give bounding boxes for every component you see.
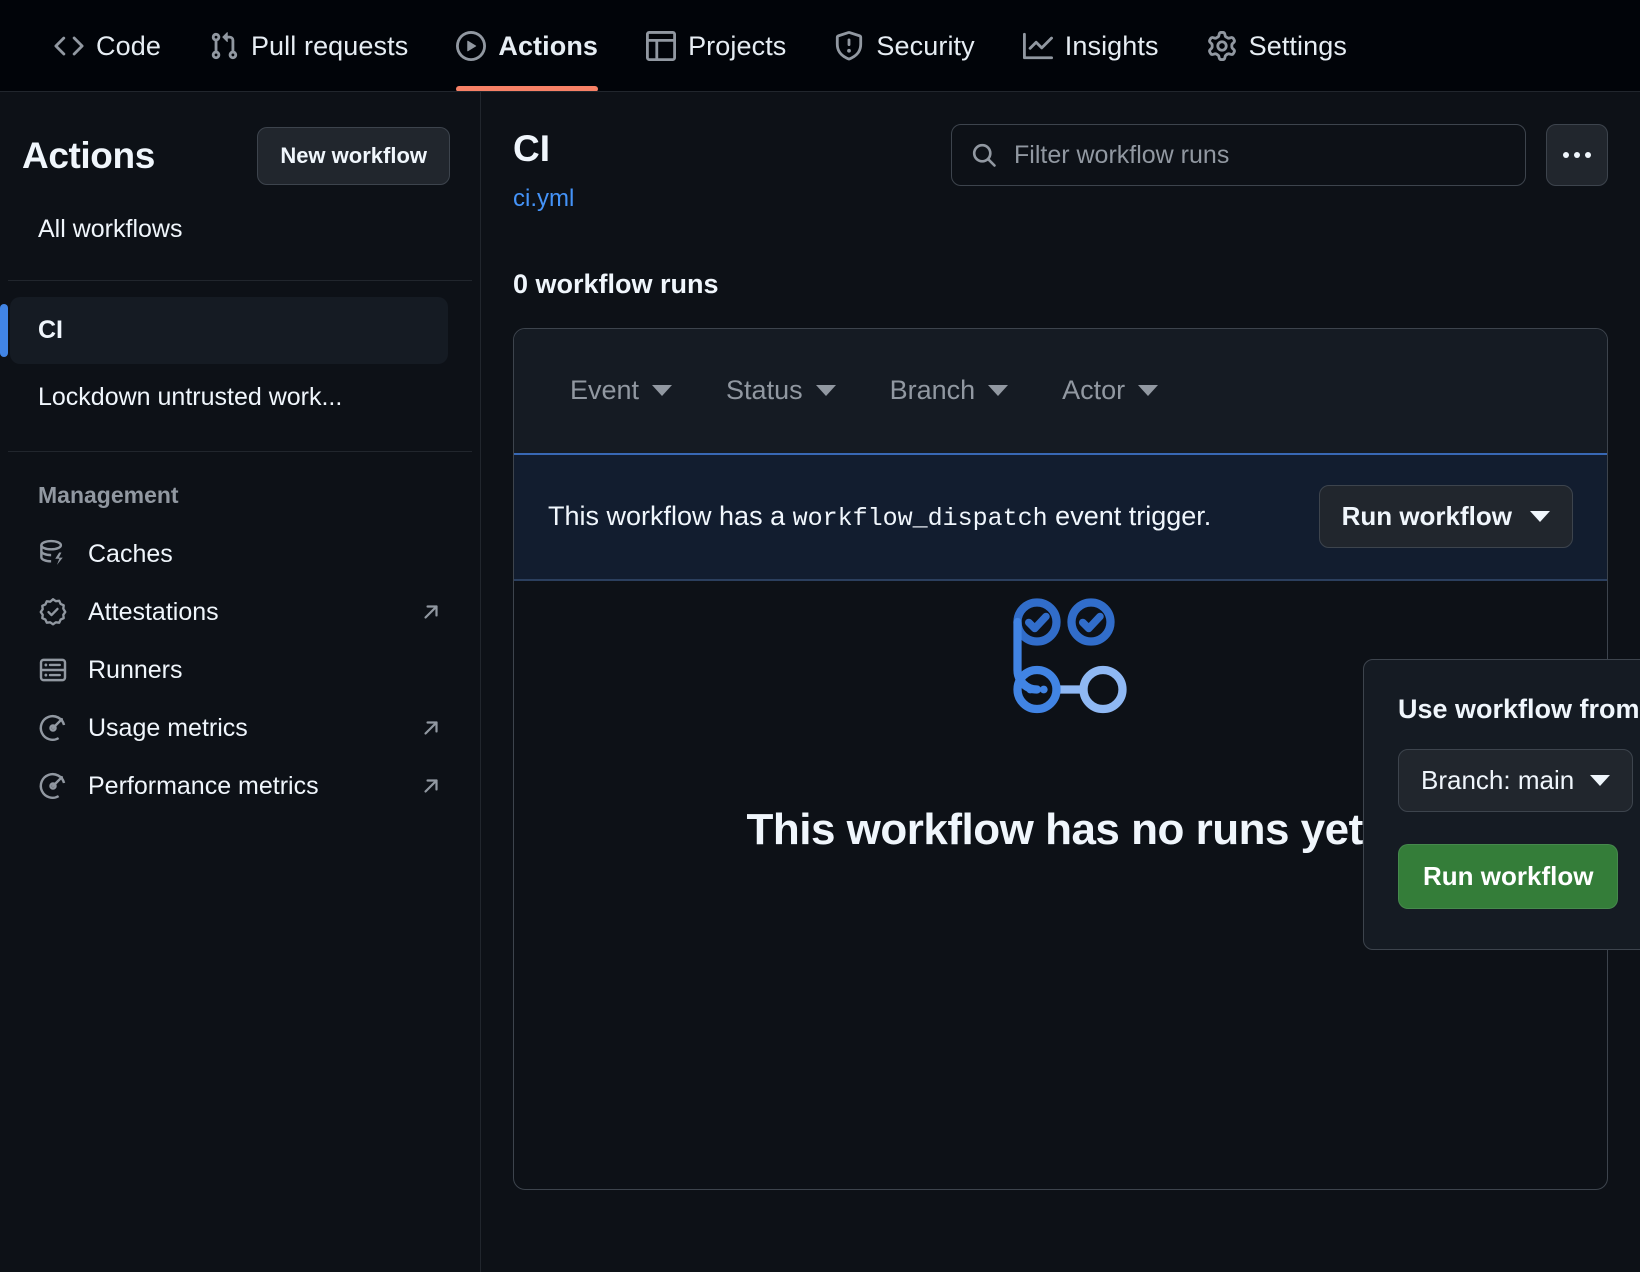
main-content: CI ci.yml 0 workflow runs xyxy=(481,92,1640,1272)
workflow-empty-illustration-icon xyxy=(986,589,1136,739)
search-input[interactable] xyxy=(1014,140,1507,170)
chevron-down-icon xyxy=(1530,511,1550,523)
filter-workflow-runs-box[interactable] xyxy=(951,124,1526,186)
filter-status-dropdown[interactable]: Status xyxy=(726,375,836,406)
new-workflow-button[interactable]: New workflow xyxy=(257,127,450,185)
management-section-header: Management xyxy=(38,482,179,508)
server-icon xyxy=(38,655,68,685)
popover-title: Use workflow from xyxy=(1398,694,1640,724)
nav-tab-actions[interactable]: Actions xyxy=(432,0,622,92)
sidebar-item-ci[interactable]: CI xyxy=(0,297,448,364)
nav-tab-security[interactable]: Security xyxy=(810,0,998,92)
workflow-title: CI xyxy=(513,128,550,169)
chevron-down-icon xyxy=(1138,385,1159,397)
sidebar-item-attestations[interactable]: Attestations xyxy=(10,583,454,641)
page-title: Actions xyxy=(22,135,155,176)
sidebar-item-label: Caches xyxy=(88,539,173,568)
meter-icon xyxy=(38,771,68,801)
meter-icon xyxy=(38,713,68,743)
dispatch-banner-text: This workflow has a workflow_dispatch ev… xyxy=(548,501,1319,533)
sidebar-item-label: Usage metrics xyxy=(88,713,248,742)
nav-tab-label: Security xyxy=(876,30,975,61)
nav-tab-label: Insights xyxy=(1064,30,1159,61)
filter-bar: Event Status Branch Actor xyxy=(514,328,1607,453)
search-icon xyxy=(970,141,998,169)
filter-label: Status xyxy=(726,375,803,406)
sidebar-item-performance-metrics[interactable]: Performance metrics xyxy=(10,757,454,815)
workflow-runs-count: 0 workflow runs xyxy=(513,268,719,299)
branch-select-button[interactable]: Branch: main xyxy=(1398,749,1634,812)
nav-tab-label: Pull requests xyxy=(250,30,409,61)
empty-state-title: This workflow has no runs yet. xyxy=(746,804,1375,854)
branch-select-label: Branch: main xyxy=(1421,765,1575,795)
filter-label: Actor xyxy=(1062,375,1126,406)
verified-badge-icon xyxy=(38,597,68,627)
run-workflow-button-label: Run workflow xyxy=(1341,501,1512,532)
nav-tab-code[interactable]: Code xyxy=(30,0,185,92)
chevron-down-icon xyxy=(988,385,1009,397)
sidebar-item-usage-metrics[interactable]: Usage metrics xyxy=(10,699,454,757)
sidebar-item-lockdown-untrusted-workflows[interactable]: Lockdown untrusted work... xyxy=(10,364,448,431)
sidebar-item-label: CI xyxy=(38,316,63,344)
dispatch-text-after: event trigger. xyxy=(1055,500,1212,531)
sidebar-header: Actions New workflow xyxy=(0,92,480,185)
git-pull-request-icon xyxy=(209,31,239,61)
nav-tab-projects[interactable]: Projects xyxy=(622,0,810,92)
sidebar-item-label: Lockdown untrusted work... xyxy=(38,383,343,411)
nav-tab-label: Settings xyxy=(1248,30,1347,61)
shield-alert-icon xyxy=(834,31,864,61)
kebab-dot-icon xyxy=(1574,152,1580,158)
filter-label: Event xyxy=(570,375,640,406)
management-list: Caches Attestations Runners Usage metric… xyxy=(0,509,480,815)
graph-icon xyxy=(1022,31,1053,61)
kebab-dot-icon xyxy=(1563,152,1569,158)
workflow-list: CI Lockdown untrusted work... xyxy=(0,281,480,431)
cache-icon xyxy=(38,539,68,569)
filter-actor-dropdown[interactable]: Actor xyxy=(1062,375,1159,406)
chevron-down-icon xyxy=(1590,775,1611,786)
run-workflow-dropdown-button[interactable]: Run workflow xyxy=(1318,485,1573,549)
chevron-down-icon xyxy=(652,385,673,397)
sidebar-item-runners[interactable]: Runners xyxy=(10,641,454,699)
workflow-header: CI ci.yml xyxy=(513,122,1608,213)
sidebar-item-caches[interactable]: Caches xyxy=(10,525,454,583)
table-icon xyxy=(646,31,677,61)
dispatch-text-before: This workflow has a xyxy=(548,500,786,531)
nav-tab-settings[interactable]: Settings xyxy=(1183,0,1371,92)
nav-tab-insights[interactable]: Insights xyxy=(999,0,1183,92)
play-circle-icon xyxy=(456,31,487,61)
sidebar-item-label: Attestations xyxy=(88,597,219,626)
nav-tab-label: Code xyxy=(96,30,161,61)
workflow-file-link[interactable]: ci.yml xyxy=(513,185,574,213)
more-options-button[interactable] xyxy=(1546,124,1608,186)
filter-branch-dropdown[interactable]: Branch xyxy=(890,375,1009,406)
page-body: Actions New workflow All workflows CI Lo… xyxy=(0,92,1640,1272)
sidebar-item-label: Performance metrics xyxy=(88,771,319,800)
external-link-icon xyxy=(420,775,442,797)
actions-sidebar: Actions New workflow All workflows CI Lo… xyxy=(0,92,481,1272)
workflow-dispatch-banner: This workflow has a workflow_dispatch ev… xyxy=(514,452,1607,581)
external-link-icon xyxy=(420,601,442,623)
sidebar-item-all-workflows[interactable]: All workflows xyxy=(0,185,480,244)
run-workflow-popover: Use workflow from Branch: main Run workf… xyxy=(1363,659,1640,950)
nav-tab-label: Projects xyxy=(688,30,787,61)
run-workflow-submit-button[interactable]: Run workflow xyxy=(1398,844,1619,909)
repository-nav: Code Pull requests Actions Projects Secu… xyxy=(0,0,1640,92)
code-icon xyxy=(54,31,84,61)
dispatch-event-code: workflow_dispatch xyxy=(792,503,1048,533)
kebab-dot-icon xyxy=(1585,152,1591,158)
filter-label: Branch xyxy=(889,375,976,406)
nav-tab-pull-requests[interactable]: Pull requests xyxy=(185,0,432,92)
sidebar-item-label: Runners xyxy=(88,655,183,684)
external-link-icon xyxy=(420,717,442,739)
nav-tab-label: Actions xyxy=(498,30,599,61)
workflow-header-left: CI ci.yml xyxy=(513,122,931,213)
filter-event-dropdown[interactable]: Event xyxy=(570,375,673,406)
gear-icon xyxy=(1207,31,1237,61)
chevron-down-icon xyxy=(815,385,836,397)
